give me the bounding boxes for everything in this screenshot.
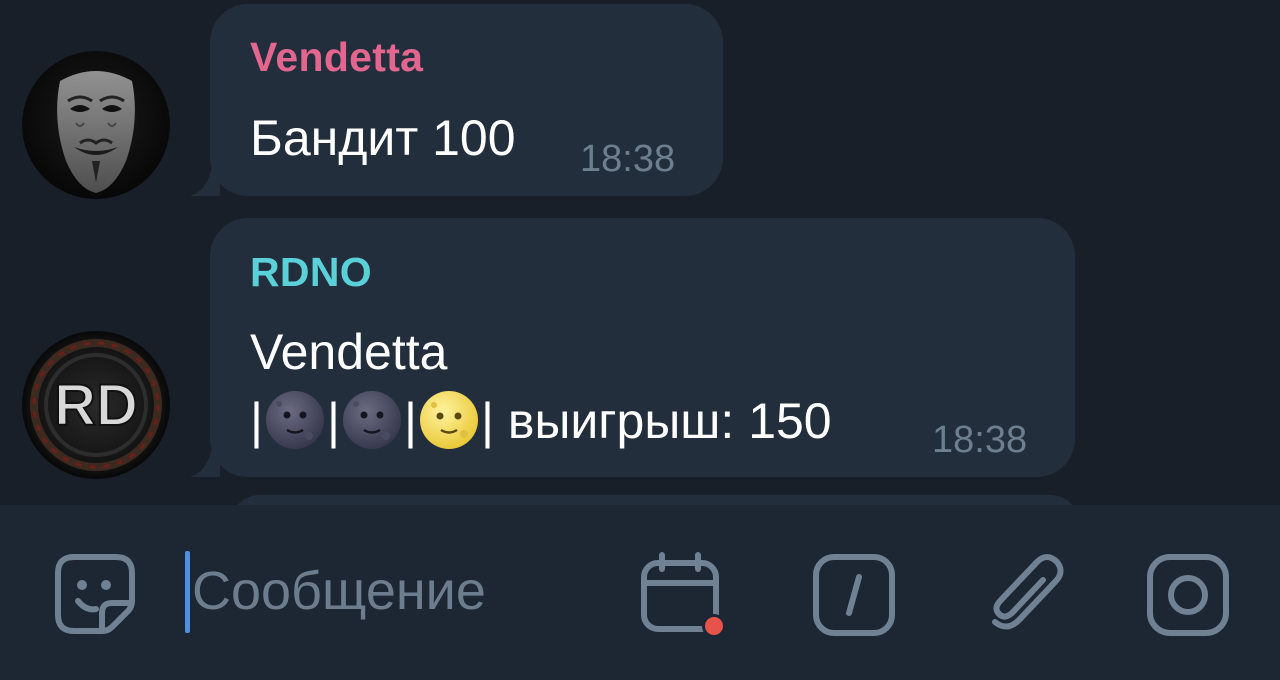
- chat-area: Vendetta Бандит 100 18:38 RD RDNO Vendet…: [0, 0, 1280, 505]
- new-moon-face-emoji: [342, 390, 402, 450]
- message-text-line2: | | | | выигрыш: 150: [250, 390, 832, 450]
- bot-command-button[interactable]: [812, 553, 896, 637]
- paperclip-icon: [992, 554, 1064, 630]
- bubble-tail: [190, 447, 220, 477]
- text-cursor: [185, 551, 190, 633]
- next-message-bubble[interactable]: [230, 495, 1080, 505]
- message-bubble-1[interactable]: Vendetta Бандит 100 18:38: [190, 4, 723, 196]
- avatar-rdno[interactable]: RD: [22, 331, 170, 479]
- slot-separator: |: [327, 393, 340, 449]
- message-input[interactable]: Сообщение: [192, 560, 486, 622]
- bubble-tail: [190, 166, 220, 196]
- rd-logo-icon: RD: [22, 331, 170, 479]
- sticker-button[interactable]: [52, 551, 138, 637]
- avatar-vendetta[interactable]: [22, 51, 170, 199]
- message-text: Бандит 100: [250, 110, 516, 166]
- sender-name[interactable]: RDNO: [250, 249, 372, 296]
- sender-name[interactable]: Vendetta: [250, 34, 423, 81]
- message-time: 18:38: [580, 138, 676, 180]
- camera-button[interactable]: [1146, 553, 1230, 637]
- slot-separator: |: [404, 393, 417, 449]
- full-moon-face-emoji: [419, 390, 479, 450]
- slot-separator: |: [250, 393, 263, 449]
- schedule-button[interactable]: [640, 551, 730, 641]
- message-bubble-2[interactable]: RDNO Vendetta | | | | выигрыш: 150 18:38: [190, 218, 1075, 477]
- guy-fawkes-mask-icon: [22, 51, 170, 199]
- new-moon-face-emoji: [265, 390, 325, 450]
- win-text: | выигрыш: 150: [481, 393, 832, 449]
- attach-button[interactable]: [985, 550, 1065, 638]
- message-text-line1: Vendetta: [250, 324, 448, 380]
- message-time: 18:38: [932, 419, 1028, 461]
- camera-icon: [1147, 554, 1229, 636]
- notification-dot: [705, 617, 723, 635]
- bot-command-icon: [813, 554, 895, 636]
- schedule-calendar-icon: [641, 552, 726, 638]
- rd-logo-text: RD: [54, 373, 138, 438]
- sticker-icon: [55, 554, 135, 634]
